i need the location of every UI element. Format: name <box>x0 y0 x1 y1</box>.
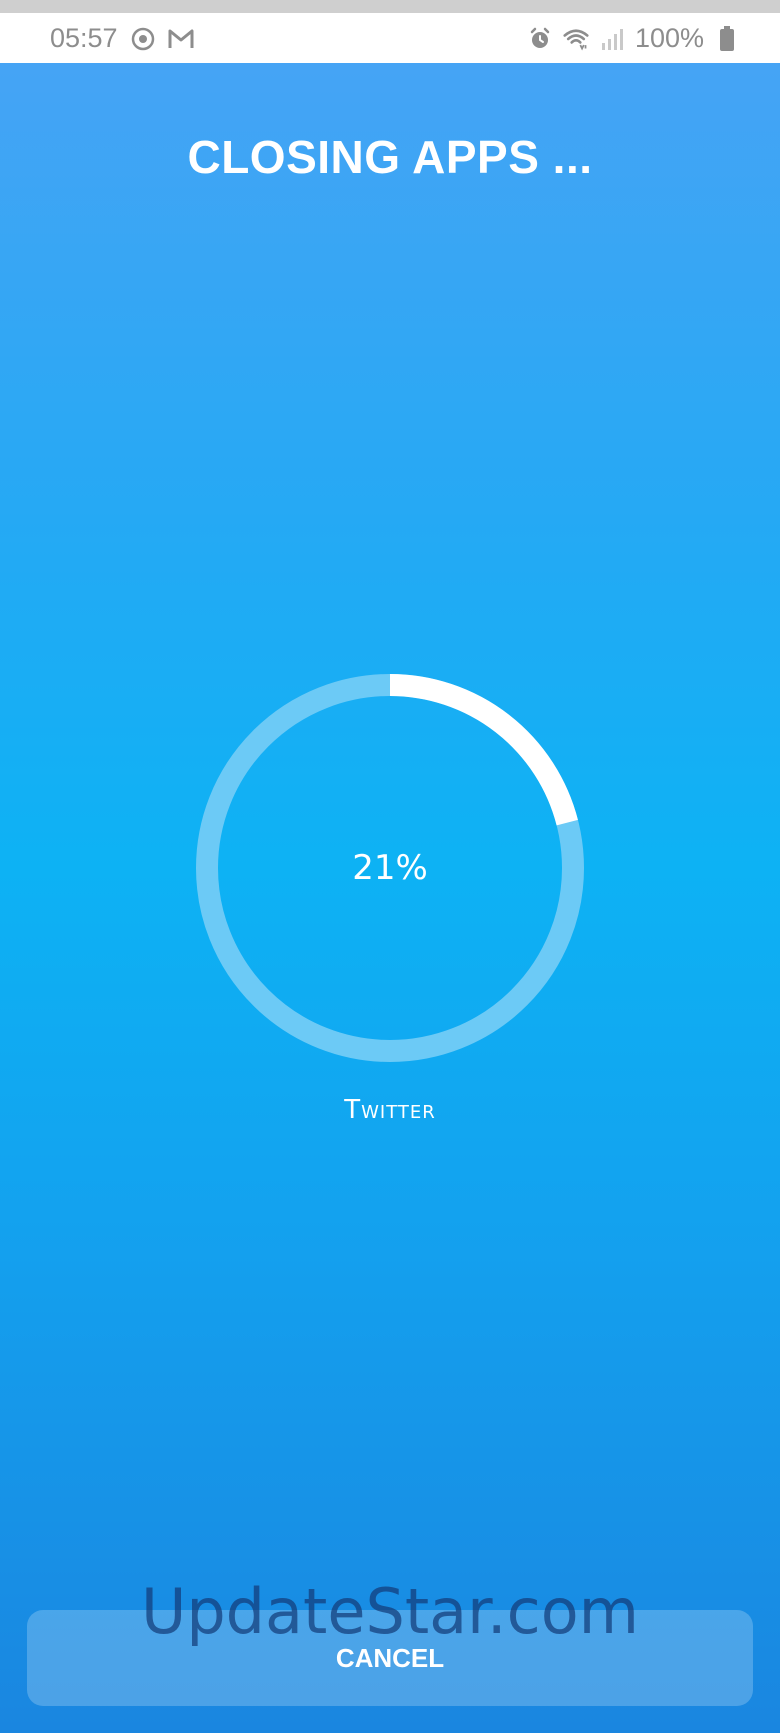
alarm-icon <box>527 26 553 52</box>
battery-percent: 100% <box>634 23 704 53</box>
wifi-icon <box>563 26 589 52</box>
page-title: CLOSING APPS ... <box>187 131 593 183</box>
status-right: 100% <box>527 23 740 54</box>
battery-icon <box>714 25 740 52</box>
sync-icon <box>130 26 156 52</box>
current-app-name: Twitter <box>344 1095 436 1125</box>
signal-icon <box>599 26 625 52</box>
status-time: 05:57 <box>50 23 118 53</box>
gmail-icon <box>168 26 194 52</box>
cancel-button[interactable]: CANCEL <box>27 1610 753 1706</box>
status-left: 05:57 <box>50 23 194 54</box>
status-bar: 05:57 100% <box>0 13 780 63</box>
progress-ring: 21% <box>195 673 585 1063</box>
progress-percent: 21% <box>352 848 428 888</box>
top-border <box>0 0 780 13</box>
closing-apps-screen: 05:57 100% CLOSING APPS ... 21% Twitter … <box>0 0 780 1733</box>
